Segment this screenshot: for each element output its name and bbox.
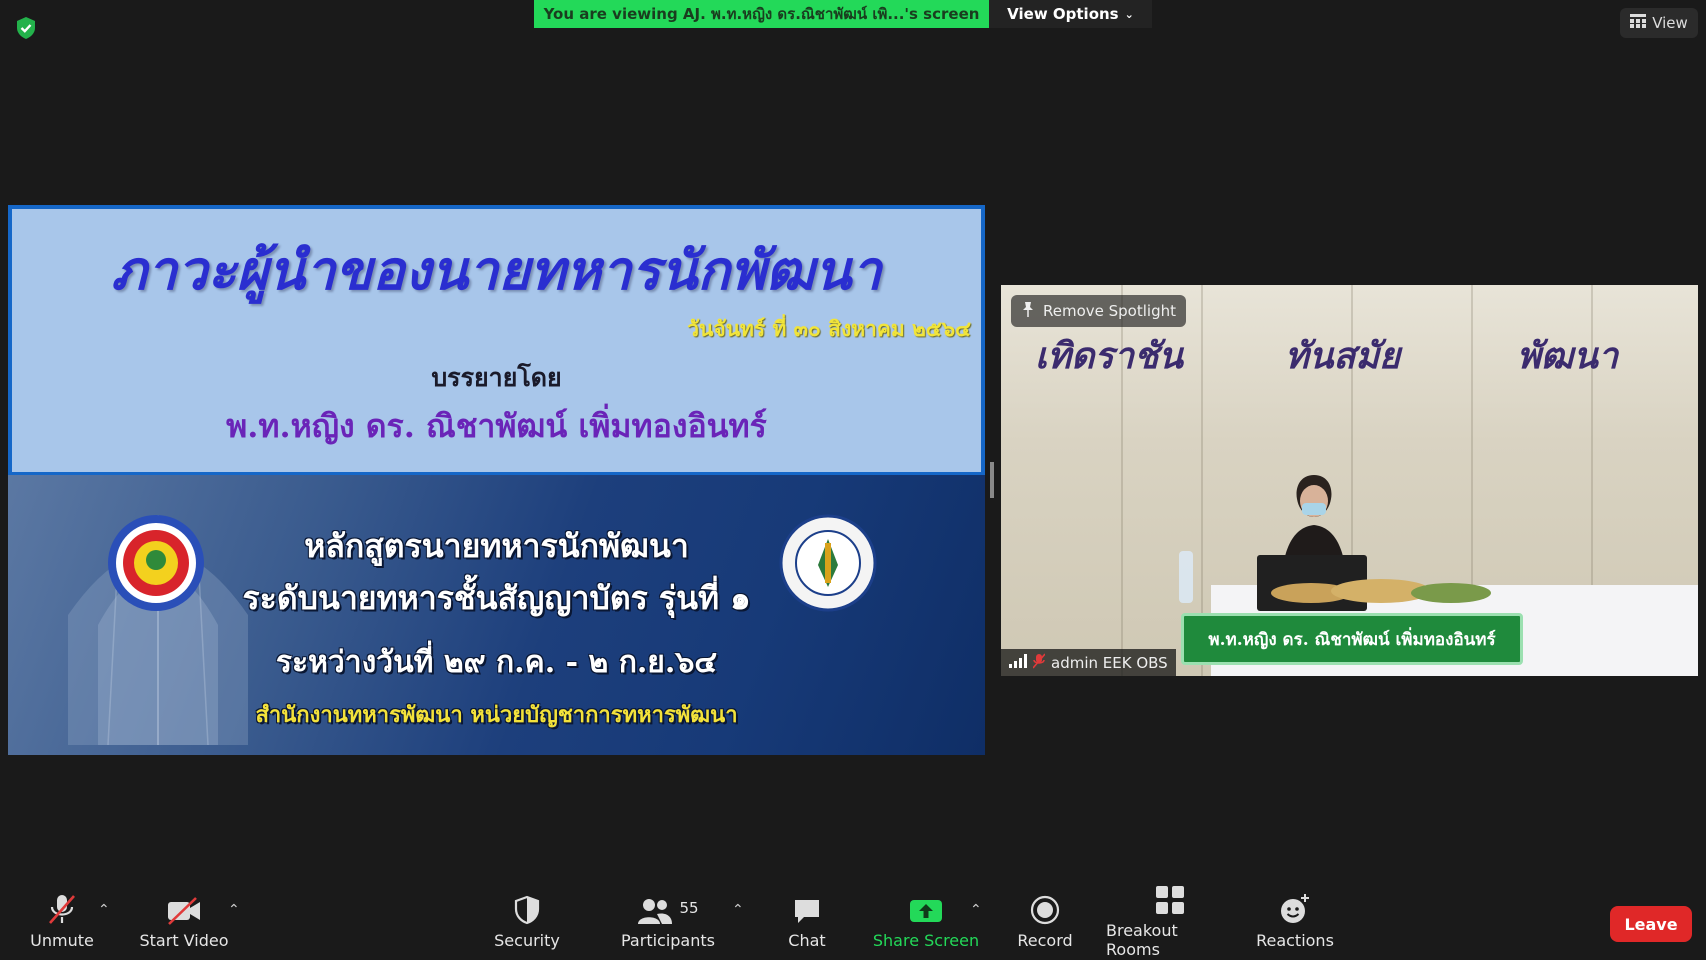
grid-icon	[1630, 14, 1647, 32]
security-button[interactable]: Security	[487, 880, 567, 960]
share-screen-label: Share Screen	[872, 930, 980, 950]
muted-mic-icon	[1032, 652, 1046, 673]
view-button-label: View	[1652, 14, 1688, 32]
record-icon	[1030, 891, 1060, 925]
camera-off-icon	[166, 891, 202, 925]
unmute-button[interactable]: Unmute	[20, 880, 104, 960]
view-options-label: View Options	[1007, 5, 1119, 23]
chat-label: Chat	[788, 930, 826, 950]
slide-title: ภาวะผู้นำของนายทหารนักพัฒนา	[111, 238, 882, 302]
participants-icon	[638, 898, 673, 924]
share-screen-icon	[909, 891, 943, 925]
shared-screen: ภาวะผู้นำของนายทหารนักพัฒนา วันจันทร์ ที…	[8, 205, 985, 755]
course-name: หลักสูตรนายทหารนักพัฒนา	[304, 527, 689, 565]
slide-date: วันจันทร์ ที่ ๓๐ สิงหาคม ๒๕๖๔	[687, 316, 971, 341]
encryption-shield-icon[interactable]	[12, 14, 40, 42]
microphone-muted-icon	[47, 891, 77, 925]
meeting-toolbar: Unmute ⌃ Start Video ⌃ Security 55 Parti…	[0, 880, 1706, 960]
start-video-button[interactable]: Start Video	[136, 880, 232, 960]
participants-icon-group: 55	[637, 891, 699, 925]
leave-meeting-button[interactable]: Leave	[1610, 906, 1692, 942]
audio-options-caret-icon[interactable]: ⌃	[98, 902, 110, 918]
signal-strength-icon	[1009, 653, 1027, 672]
viewing-screen-banner: You are viewing AJ. พ.ท.หญิง ดร.ณิชาพัฒน…	[534, 0, 989, 28]
slide-speaker-name: พ.ท.หญิง ดร. ณิชาพัฒน์ เพิ่มทองอินทร์	[226, 407, 767, 445]
spotlight-video-tile[interactable]: เทิดราชัน ทันสมัย พัฒนา พ.ท.หญิง ดร. ณิช…	[1001, 285, 1698, 676]
video-options-caret-icon[interactable]: ⌃	[228, 902, 240, 918]
unmute-label: Unmute	[30, 930, 94, 950]
wall-word-2: ทันสมัย	[1285, 335, 1401, 377]
participants-options-caret-icon[interactable]: ⌃	[732, 902, 744, 918]
security-label: Security	[494, 930, 560, 950]
reactions-smiley-icon	[1279, 891, 1311, 925]
panel-resize-handle[interactable]	[990, 462, 994, 498]
remove-spotlight-button[interactable]: Remove Spotlight	[1011, 295, 1186, 327]
flower-arrangement	[1271, 575, 1501, 605]
view-options-button[interactable]: View Options ⌄	[989, 0, 1152, 28]
slide-lecturer-label: บรรยายโดย	[431, 363, 562, 392]
view-button[interactable]: View	[1620, 8, 1698, 38]
share-options-caret-icon[interactable]: ⌃	[970, 902, 982, 918]
participants-button[interactable]: 55 Participants	[616, 880, 720, 960]
record-button[interactable]: Record	[1010, 880, 1080, 960]
course-level: ระดับนายทหารชั้นสัญญาบัตร รุ่นที่ ๑	[242, 579, 751, 617]
breakout-rooms-icon	[1155, 881, 1185, 915]
pin-icon	[1021, 301, 1035, 321]
reactions-label: Reactions	[1256, 930, 1334, 950]
participants-label: Participants	[621, 930, 715, 950]
course-organization: สำนักงานทหารพัฒนา หน่วยบัญชาการทหารพัฒนา	[255, 702, 738, 728]
course-dates: ระหว่างวันที่ ๒๙ ก.ค. - ๒ ก.ย.๖๔	[275, 645, 718, 680]
slide-course-panel: หลักสูตรนายทหารนักพัฒนา ระดับนายทหารชั้น…	[8, 475, 985, 755]
start-video-label: Start Video	[139, 930, 229, 950]
reactions-button[interactable]: Reactions	[1254, 880, 1336, 960]
breakout-rooms-label: Breakout Rooms	[1106, 921, 1178, 959]
chevron-down-icon: ⌄	[1124, 7, 1134, 21]
record-label: Record	[1017, 930, 1073, 950]
security-shield-icon	[513, 891, 541, 925]
share-screen-button[interactable]: Share Screen	[872, 880, 980, 960]
chat-button[interactable]: Chat	[772, 880, 842, 960]
participant-name: admin EEK OBS	[1051, 653, 1168, 672]
participant-name-tag: admin EEK OBS	[1001, 649, 1176, 676]
remove-spotlight-label: Remove Spotlight	[1043, 302, 1176, 320]
wall-word-1: เทิดราชัน	[1035, 335, 1184, 377]
water-bottle	[1179, 551, 1193, 603]
participants-count: 55	[679, 898, 699, 917]
speaker-name-sign: พ.ท.หญิง ดร. ณิชาพัฒน์ เพิ่มทองอินทร์	[1181, 613, 1523, 665]
chat-bubble-icon	[792, 891, 822, 925]
wall-word-3: พัฒนา	[1517, 335, 1619, 377]
breakout-rooms-button[interactable]: Breakout Rooms	[1106, 880, 1234, 960]
